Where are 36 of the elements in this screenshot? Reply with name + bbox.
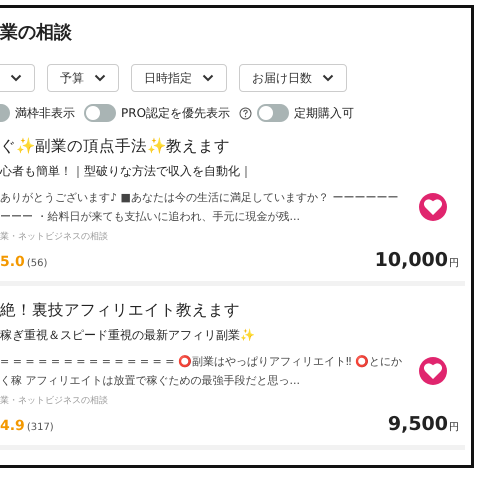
toggle-switch[interactable] [84, 104, 116, 122]
filter-dropdown[interactable]: 予算 [47, 64, 119, 92]
service-title[interactable]: ぐ✨副業の頂点手法✨教えます [0, 136, 465, 157]
toggle-switch[interactable] [0, 104, 10, 122]
page-title: 業の相談 [0, 21, 73, 44]
toggle-label: 満枠非表示 [15, 104, 75, 122]
filter-dropdown[interactable]: 日時指定 [131, 64, 227, 92]
price: 10,000 [374, 249, 448, 271]
favorite-button[interactable] [419, 193, 447, 221]
help-icon[interactable] [239, 106, 252, 120]
service-description: ありがとうございます♪ ■あなたは今の生活に満足していますか？ ーーーーーーーーー ・給料日が来ても支払いに追われ、手元に現金が残... [0, 190, 400, 225]
service-title[interactable]: 絶！裏技アフィリエイト教えます [0, 300, 465, 321]
filter-dropdown[interactable] [0, 64, 35, 92]
chevron-down-icon [322, 74, 334, 82]
favorite-button[interactable] [419, 357, 447, 385]
toggle-switch[interactable] [257, 104, 290, 122]
currency-label: 円 [449, 257, 459, 270]
service-description: = = = = = = = = = = = = = = ⭕副業はやっぱりアフィリエイト‼ ⭕とにかく稼 アフィリエイトは放置で稼ぐための最強手段だと思っ... [0, 354, 403, 389]
service-subtitle: 稼ぎ重視＆スピード重視の最新アフィリ副業✨ [0, 327, 256, 344]
chevron-down-icon [202, 74, 214, 82]
review-count: (56) [26, 258, 48, 269]
chevron-down-icon [10, 74, 22, 82]
rating-value: 4.9 [0, 418, 25, 434]
toggle-label: 定期購入可 [294, 104, 354, 122]
currency-label: 円 [449, 421, 459, 434]
chevron-down-icon [94, 74, 106, 82]
rating-value: 5.0 [0, 254, 25, 270]
heart-icon [424, 199, 442, 215]
filter-dropdown[interactable]: お届け日数 [239, 64, 347, 92]
toggle-label: PRO認定を優先表示 [121, 104, 230, 122]
heart-icon [424, 363, 442, 379]
service-subtitle: 心者も簡単！｜型破りな方法で収入を自動化｜ [0, 163, 253, 180]
price: 9,500 [388, 413, 448, 435]
review-count: (317) [26, 422, 54, 433]
category-label: 業・ネットビジネスの相談 [0, 230, 109, 243]
category-label: 業・ネットビジネスの相談 [0, 394, 109, 407]
